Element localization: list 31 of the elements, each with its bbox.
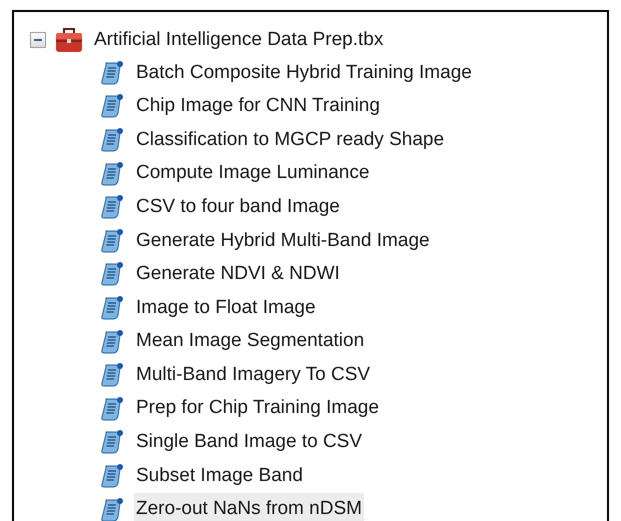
tree-item[interactable]: Zero-out NaNs from nDSM [134,493,364,521]
script-icon [100,462,124,489]
script-icon [100,160,124,187]
script-icon [100,194,124,220]
tree-item[interactable]: Mean Image Segmentation [134,325,366,358]
script-icon [100,496,124,521]
script-icon [100,60,124,86]
script-icon [100,396,124,422]
tree-item[interactable]: Artificial Intelligence Data Prep.tbx [92,26,386,54]
tree-item[interactable]: Generate NDVI & NDWI [134,258,342,291]
tree-item[interactable]: Single Band Image to CSV [134,426,364,459]
script-icon [100,328,124,355]
script-icon [100,362,124,388]
tree-item[interactable]: Multi-Band Imagery To CSV [134,358,372,392]
tree-item[interactable]: CSV to four band Image [134,190,342,224]
tree-item[interactable]: Compute Image Luminance [134,157,372,190]
tree-item[interactable]: Classification to MGCP ready Shape [134,124,446,156]
script-icon [100,126,124,153]
toolbox-icon [54,26,84,54]
tree-item[interactable]: Prep for Chip Training Image [134,392,381,425]
script-icon [100,429,124,456]
tree-item[interactable]: Batch Composite Hybrid Training Image [134,56,474,90]
tree-item[interactable]: Generate Hybrid Multi-Band Image [134,224,432,258]
script-icon [100,261,124,288]
tree-item[interactable]: Chip Image for CNN Training [134,90,382,123]
script-icon [100,294,124,321]
collapse-toggle[interactable] [30,32,46,48]
script-icon [100,228,124,254]
tree-item[interactable]: Subset Image Band [134,460,305,492]
tree-item[interactable]: Image to Float Image [134,292,318,324]
script-icon [100,93,124,120]
